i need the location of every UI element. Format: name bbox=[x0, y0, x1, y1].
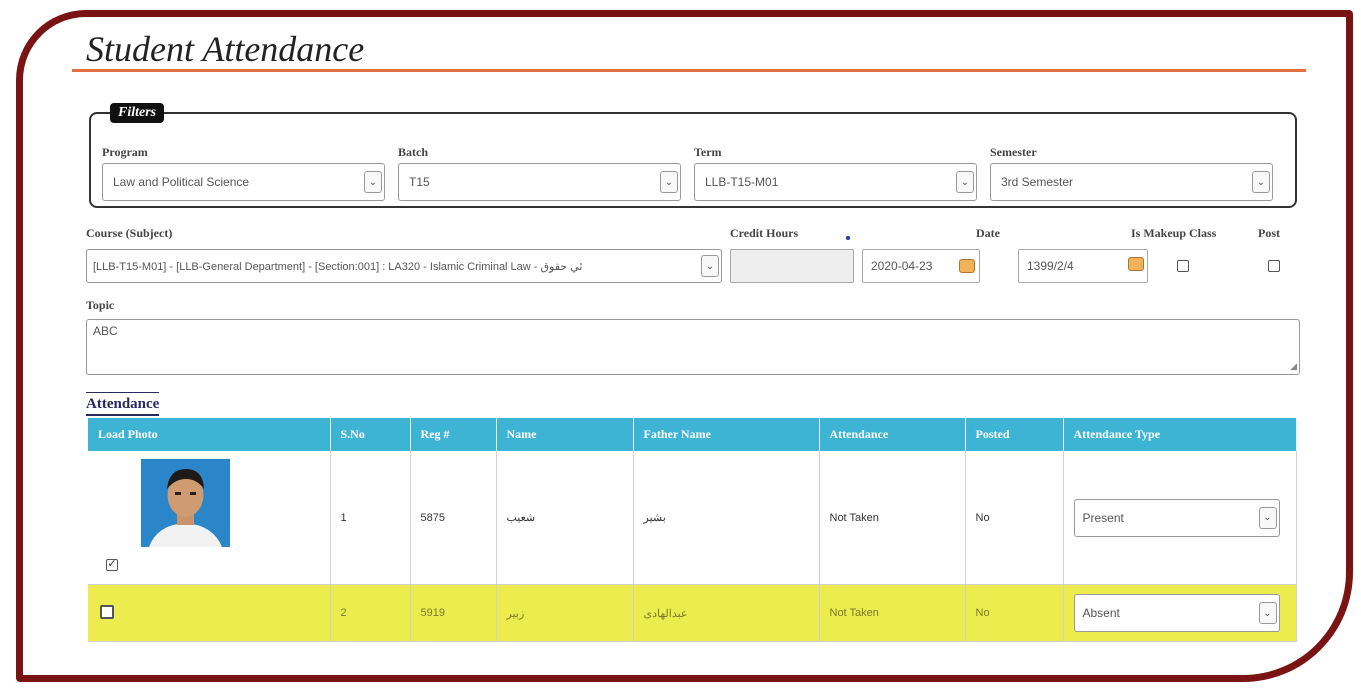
photo-cell: ✓ bbox=[88, 451, 331, 585]
semester-label: Semester bbox=[990, 145, 1037, 159]
attendance-type-cell: Absent ⌄ bbox=[1063, 584, 1297, 642]
posted-cell: No bbox=[965, 451, 1064, 585]
reg-cell: 5919 bbox=[410, 584, 497, 642]
program-value: Law and Political Science bbox=[113, 175, 250, 189]
chevron-down-icon: ⌄ bbox=[701, 255, 719, 277]
column-header: Attendance Type bbox=[1063, 418, 1297, 451]
term-label: Term bbox=[694, 145, 722, 159]
title-divider bbox=[72, 69, 1306, 72]
father-name-cell: عبدالهادی bbox=[633, 584, 820, 642]
chevron-down-icon: ⌄ bbox=[364, 171, 382, 193]
reg-cell: 5875 bbox=[410, 451, 497, 585]
page-title: Student Attendance bbox=[86, 29, 365, 69]
date-gregorian-value: 2020-04-23 bbox=[871, 259, 933, 273]
makeup-class-label: Is Makeup Class bbox=[1131, 226, 1217, 240]
table-row: 2 5919 زبیر عبدالهادی Not Taken No Absen… bbox=[88, 584, 1297, 642]
column-header: Reg # bbox=[410, 418, 497, 451]
makeup-class-checkbox[interactable] bbox=[1177, 260, 1189, 272]
date-hijri-value: 1399/2/4 bbox=[1027, 259, 1074, 273]
batch-label: Batch bbox=[398, 145, 428, 159]
name-cell: شعیب bbox=[496, 451, 634, 585]
column-header: Father Name bbox=[633, 418, 820, 451]
column-header: Load Photo bbox=[88, 418, 331, 451]
row-select-checkbox[interactable] bbox=[100, 605, 114, 619]
date-label: Date bbox=[976, 226, 1000, 240]
column-header: Attendance bbox=[819, 418, 966, 451]
attendance-status-cell: Not Taken bbox=[819, 584, 966, 642]
credit-hours-field[interactable] bbox=[730, 249, 854, 283]
chevron-down-icon: ⌄ bbox=[956, 171, 974, 193]
chevron-down-icon: ⌄ bbox=[1252, 171, 1270, 193]
attendance-type-select[interactable]: Present ⌄ bbox=[1073, 498, 1280, 537]
batch-select[interactable]: T15 ⌄ bbox=[398, 163, 681, 201]
course-value: [LLB-T15-M01] - [LLB-General Department]… bbox=[93, 260, 583, 273]
course-label: Course (Subject) bbox=[86, 226, 173, 240]
student-photo bbox=[141, 459, 230, 547]
sno-cell: 2 bbox=[330, 584, 411, 642]
column-header: Posted bbox=[965, 418, 1064, 451]
chevron-down-icon: ⌄ bbox=[660, 171, 678, 193]
attendance-type-cell: Present ⌄ bbox=[1063, 451, 1297, 585]
resize-handle-icon[interactable]: ◢ bbox=[1290, 361, 1297, 372]
credit-hours-label: Credit Hours bbox=[730, 226, 799, 240]
table-header-row: Load Photo S.No Reg # Name Father Name A… bbox=[88, 418, 1297, 451]
post-checkbox[interactable] bbox=[1268, 260, 1280, 272]
post-label: Post bbox=[1258, 226, 1280, 240]
batch-value: T15 bbox=[409, 175, 430, 189]
name-cell: زبیر bbox=[496, 584, 634, 642]
table-row: ✓ 1 5875 شعیب بشیر Not Taken No Present … bbox=[88, 451, 1297, 585]
topic-label: Topic bbox=[86, 298, 115, 312]
filters-legend: Filters bbox=[110, 103, 165, 123]
column-header: Name bbox=[496, 418, 634, 451]
attendance-type-value: Present bbox=[1082, 510, 1124, 525]
row-select-checkbox[interactable]: ✓ bbox=[106, 559, 118, 571]
column-header: S.No bbox=[330, 418, 411, 451]
calendar-icon[interactable] bbox=[959, 259, 975, 273]
posted-cell: No bbox=[965, 584, 1064, 642]
sno-cell: 1 bbox=[330, 451, 411, 585]
attendance-type-select[interactable]: Absent ⌄ bbox=[1073, 594, 1280, 632]
attendance-type-value: Absent bbox=[1082, 606, 1120, 620]
attendance-status-cell: Not Taken bbox=[819, 451, 966, 585]
chevron-down-icon: ⌄ bbox=[1258, 602, 1277, 624]
father-name-cell: بشیر bbox=[633, 451, 820, 585]
required-dot bbox=[846, 236, 850, 240]
course-select[interactable]: [LLB-T15-M01] - [LLB-General Department]… bbox=[86, 249, 722, 283]
attendance-title: Attendance bbox=[86, 392, 160, 416]
photo-cell bbox=[88, 584, 331, 642]
semester-value: 3rd Semester bbox=[1001, 175, 1074, 189]
topic-value: ABC bbox=[93, 324, 118, 338]
program-select[interactable]: Law and Political Science ⌄ bbox=[102, 163, 385, 201]
calendar-icon[interactable] bbox=[1128, 257, 1144, 271]
attendance-table: Load Photo S.No Reg # Name Father Name A… bbox=[88, 418, 1297, 642]
program-label: Program bbox=[102, 145, 148, 159]
term-select[interactable]: LLB-T15-M01 ⌄ bbox=[694, 163, 977, 201]
semester-select[interactable]: 3rd Semester ⌄ bbox=[990, 163, 1273, 201]
chevron-down-icon: ⌄ bbox=[1258, 506, 1277, 529]
term-value: LLB-T15-M01 bbox=[705, 175, 779, 189]
topic-textarea[interactable]: ABC ◢ bbox=[86, 319, 1300, 375]
